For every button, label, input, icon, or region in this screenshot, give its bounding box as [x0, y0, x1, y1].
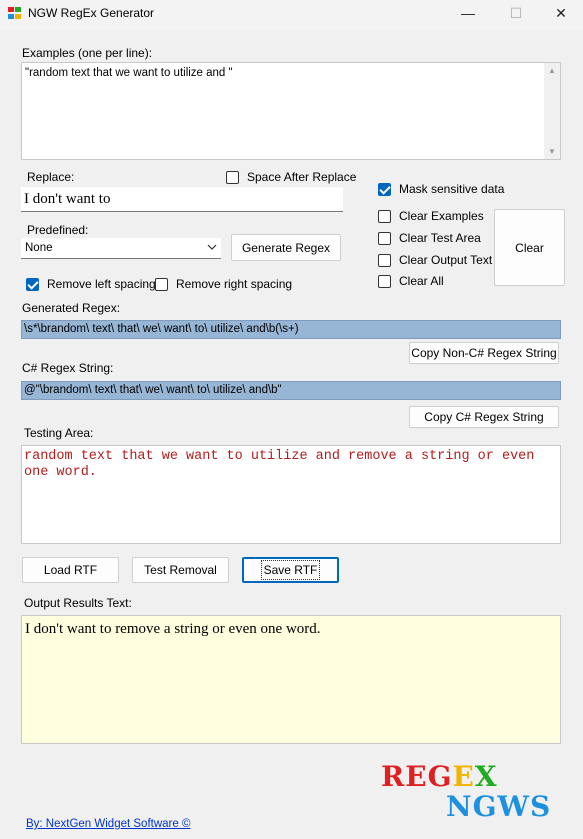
- predefined-label: Predefined:: [27, 223, 89, 237]
- title-bar: NGW RegEx Generator — ☐ ✕: [0, 0, 583, 30]
- checkbox-icon[interactable]: [378, 253, 391, 267]
- regex-logo-letter: G: [427, 760, 453, 793]
- output-results-label: Output Results Text:: [24, 596, 132, 610]
- csharp-regex-value: @"\brandom\ text\ that\ we\ want\ to\ ut…: [24, 384, 282, 396]
- clear-output-text-checkbox[interactable]: Clear Output Text: [378, 253, 492, 267]
- regex-logo-letter: R: [381, 760, 406, 793]
- test-removal-button[interactable]: Test Removal: [132, 557, 229, 583]
- checkbox-checked-icon[interactable]: [378, 182, 391, 196]
- checkbox-icon[interactable]: [378, 274, 391, 288]
- predefined-select[interactable]: None: [21, 238, 221, 259]
- checkbox-icon[interactable]: [378, 209, 391, 223]
- clear-all-checkbox[interactable]: Clear All: [378, 274, 444, 288]
- regex-logo-text: REGEX: [381, 760, 498, 793]
- clear-button[interactable]: Clear: [494, 209, 565, 286]
- checkbox-icon[interactable]: [226, 170, 239, 184]
- testing-area-textarea[interactable]: random text that we want to utilize and …: [21, 445, 561, 544]
- scroll-up-icon[interactable]: ▲: [548, 66, 556, 75]
- checkbox-icon[interactable]: [155, 277, 168, 291]
- predefined-value: None: [25, 242, 53, 254]
- replace-label: Replace:: [27, 170, 75, 184]
- remove-left-spacing-checkbox[interactable]: Remove left spacing: [26, 277, 156, 291]
- regex-logo: REGEX: [381, 760, 498, 793]
- examples-textarea[interactable]: "random text that we want to utilize and…: [21, 62, 561, 160]
- app-icon: [8, 7, 22, 21]
- output-results-text: I don't want to remove a string or even …: [25, 621, 321, 637]
- nextgen-link[interactable]: By: NextGen Widget Software ©: [26, 818, 190, 830]
- replace-input[interactable]: I don't want to: [21, 187, 343, 212]
- regex-logo-letter: X: [474, 760, 498, 793]
- generated-regex-label: Generated Regex:: [22, 301, 121, 315]
- space-after-replace-checkbox[interactable]: Space After Replace: [226, 170, 356, 184]
- remove-right-spacing-checkbox[interactable]: Remove right spacing: [155, 277, 292, 291]
- examples-scrollbar[interactable]: ▲ ▼: [544, 63, 560, 159]
- examples-label: Examples (one per line):: [22, 46, 153, 60]
- csharp-regex-label: C# Regex String:: [22, 361, 114, 375]
- copy-non-csharp-button[interactable]: Copy Non-C# Regex String: [409, 342, 559, 364]
- regex-logo-letter: E: [405, 760, 428, 793]
- save-rtf-button[interactable]: Save RTF: [242, 557, 339, 583]
- checkbox-checked-icon[interactable]: [26, 277, 39, 291]
- output-results-textarea[interactable]: I don't want to remove a string or even …: [21, 615, 561, 744]
- maximize-button[interactable]: ☐: [493, 0, 539, 28]
- generated-regex-value: \s*\brandom\ text\ that\ we\ want\ to\ u…: [24, 323, 299, 335]
- replace-value: I don't want to: [24, 191, 111, 207]
- minimize-button[interactable]: —: [445, 0, 491, 28]
- mask-sensitive-checkbox[interactable]: Mask sensitive data: [378, 182, 504, 196]
- testing-area-label: Testing Area:: [24, 426, 94, 440]
- regex-logo-letter: E: [452, 760, 475, 793]
- window-title: NGW RegEx Generator: [28, 6, 155, 20]
- checkbox-icon[interactable]: [378, 231, 391, 245]
- csharp-regex-field[interactable]: @"\brandom\ text\ that\ we\ want\ to\ ut…: [21, 381, 561, 400]
- load-rtf-button[interactable]: Load RTF: [22, 557, 119, 583]
- ngws-logo-text: NGWS: [446, 790, 552, 823]
- clear-test-area-checkbox[interactable]: Clear Test Area: [378, 231, 481, 245]
- chevron-down-icon[interactable]: [207, 240, 217, 257]
- generated-regex-field[interactable]: \s*\brandom\ text\ that\ we\ want\ to\ u…: [21, 320, 561, 339]
- generate-regex-button[interactable]: Generate Regex: [231, 234, 341, 261]
- close-button[interactable]: ✕: [538, 0, 583, 28]
- copy-csharp-button[interactable]: Copy C# Regex String: [409, 406, 559, 428]
- clear-examples-checkbox[interactable]: Clear Examples: [378, 209, 484, 223]
- examples-text: "random text that we want to utilize and…: [25, 67, 233, 79]
- testing-area-text: random text that we want to utilize and …: [24, 449, 535, 480]
- scroll-down-icon[interactable]: ▼: [548, 147, 556, 156]
